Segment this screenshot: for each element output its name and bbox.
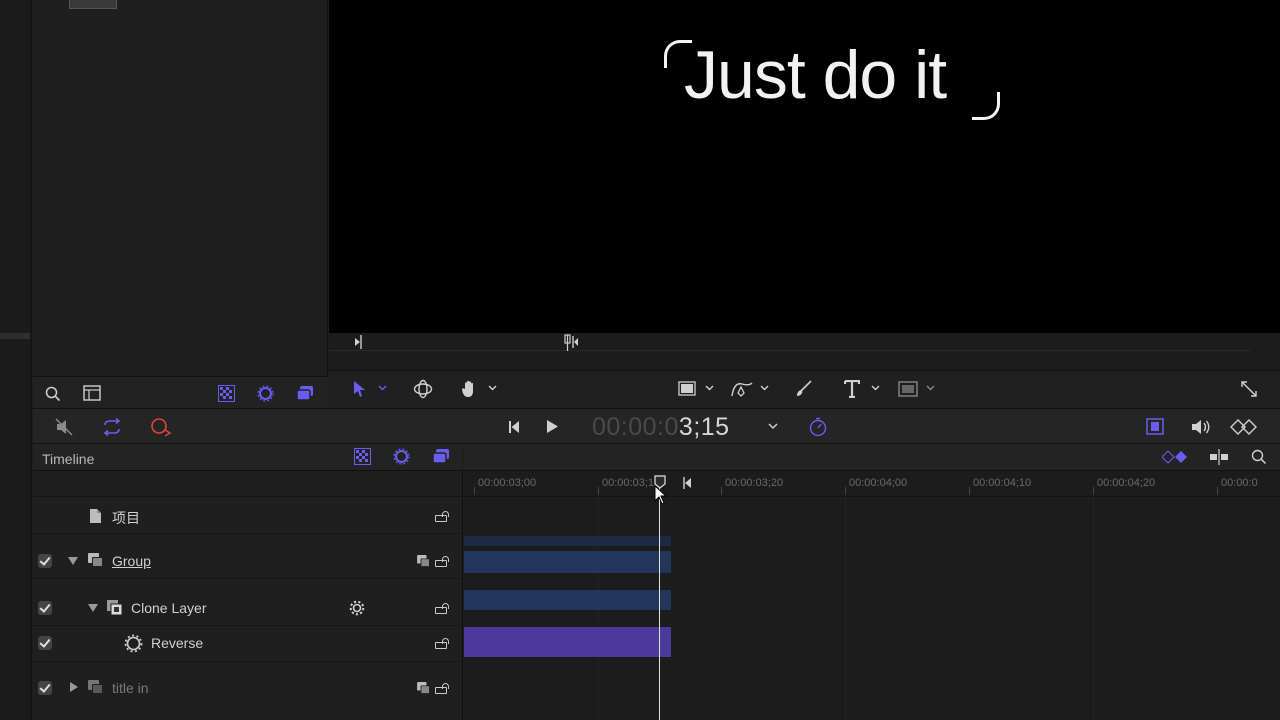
transport-bar: 00:00:03;15 <box>33 408 1280 444</box>
chevron-down-icon[interactable] <box>760 385 769 391</box>
layer-label: 项目 <box>112 510 140 526</box>
playhead-line[interactable] <box>659 481 660 720</box>
keyframe-nav-icon[interactable] <box>1229 419 1261 435</box>
layer-row-group[interactable]: Group <box>33 543 463 579</box>
layer-label: Group <box>112 553 151 569</box>
settings-gear-icon[interactable] <box>349 600 365 616</box>
playhead-marker-icon[interactable] <box>563 334 579 352</box>
layers-checker-icon[interactable] <box>354 448 371 465</box>
timeline-tracks[interactable]: 00:00:03;00 00:00:03;10 00:00:03;20 00:0… <box>464 471 1280 720</box>
layer-label: Reverse <box>151 635 204 651</box>
layers-list: 项目 Group Clone Layer Reverse title in <box>33 471 463 720</box>
ruler-label: 00:00:04;00 <box>849 477 908 489</box>
behaviors-gear-icon[interactable] <box>257 385 274 402</box>
layer-visibility-checkbox[interactable] <box>38 554 52 568</box>
document-icon <box>90 509 101 523</box>
library-thumbnail[interactable] <box>69 0 117 9</box>
timeline-ruler[interactable]: 00:00:03;00 00:00:03;10 00:00:03;20 00:0… <box>464 471 1280 497</box>
layer-row-project[interactable]: 项目 <box>33 498 463 534</box>
group-clip[interactable] <box>464 551 671 573</box>
expand-icon[interactable] <box>1240 380 1258 398</box>
snapping-icon[interactable] <box>1208 449 1230 465</box>
paint-brush-icon[interactable] <box>795 379 813 399</box>
ruler-label: 00:00:03;20 <box>725 477 784 489</box>
isolate-icon[interactable] <box>417 555 430 567</box>
group-clip-top[interactable] <box>464 536 671 546</box>
layer-label: Clone Layer <box>131 600 207 616</box>
disclosure-triangle-icon[interactable] <box>88 604 98 612</box>
clone-layer-icon <box>107 600 123 616</box>
library-panel <box>33 0 328 376</box>
chevron-down-icon[interactable] <box>768 423 778 430</box>
clone-layer-clip[interactable] <box>464 590 671 610</box>
layer-row-clone-layer[interactable]: Clone Layer <box>33 590 463 626</box>
go-to-start-icon[interactable] <box>508 420 520 434</box>
ruler-label: 00:00:04;20 <box>1097 477 1156 489</box>
ruler-label: 00:00:03;00 <box>478 477 537 489</box>
timecode-dim: 00:00:0 <box>592 413 679 441</box>
behavior-gear-icon <box>124 634 143 653</box>
mask-shape-icon[interactable] <box>898 381 918 397</box>
canvas-title-text[interactable]: Just do it <box>684 36 947 114</box>
lock-icon[interactable] <box>435 603 449 614</box>
timeline-ruler-toolbar <box>464 444 1280 471</box>
lock-icon[interactable] <box>435 638 449 649</box>
ruler-label: 00:00:04;10 <box>973 477 1032 489</box>
filters-icon[interactable] <box>432 448 450 465</box>
layer-label: title in <box>112 680 149 696</box>
chevron-down-icon[interactable] <box>705 385 714 391</box>
loop-playback-icon[interactable] <box>101 418 123 436</box>
layer-visibility-checkbox[interactable] <box>38 681 52 695</box>
timecode-bright: 3;15 <box>678 413 730 441</box>
select-arrow-icon[interactable] <box>353 380 367 398</box>
filters-icon[interactable] <box>296 385 314 402</box>
lock-icon[interactable] <box>435 511 449 522</box>
in-point-marker-icon[interactable] <box>354 334 364 350</box>
bezier-pen-icon[interactable] <box>730 379 754 399</box>
timeline-film-icon[interactable] <box>1146 418 1164 435</box>
behaviors-gear-icon[interactable] <box>393 448 410 465</box>
mini-timeline[interactable] <box>329 333 1280 371</box>
lock-icon[interactable] <box>435 683 449 694</box>
canvas-toolbar <box>329 371 1280 408</box>
lock-icon[interactable] <box>435 556 449 567</box>
keyframe-diamond-icon[interactable] <box>1162 450 1192 464</box>
out-point-marker-icon[interactable] <box>682 476 692 490</box>
disclosure-triangle-icon[interactable] <box>68 557 78 565</box>
chevron-down-icon[interactable] <box>378 385 387 391</box>
disclosure-triangle-icon[interactable] <box>70 682 78 692</box>
text-tool-icon[interactable] <box>844 380 860 398</box>
chevron-down-icon[interactable] <box>926 385 935 391</box>
hand-pan-icon[interactable] <box>461 379 479 399</box>
search-icon[interactable] <box>45 386 61 402</box>
layer-visibility-checkbox[interactable] <box>38 636 52 650</box>
mouse-cursor-icon <box>654 485 668 505</box>
layer-visibility-checkbox[interactable] <box>38 601 52 615</box>
timecode-display[interactable]: 00:00:03;15 <box>592 413 730 442</box>
audio-volume-icon[interactable] <box>1191 418 1211 436</box>
timeline-title: Timeline <box>42 451 95 467</box>
reverse-behavior-clip[interactable] <box>464 627 671 657</box>
ruler-label: 00:00:0 <box>1221 477 1258 489</box>
play-icon[interactable] <box>546 419 559 434</box>
layers-checker-icon[interactable] <box>218 385 235 402</box>
group-icon <box>88 553 103 567</box>
ruler-label: 00:00:03;10 <box>602 477 661 489</box>
zoom-icon[interactable] <box>1251 449 1267 465</box>
timer-icon[interactable] <box>808 417 828 437</box>
mute-audio-icon[interactable] <box>55 418 73 436</box>
layout-icon[interactable] <box>83 385 101 401</box>
rectangle-shape-icon[interactable] <box>678 381 696 396</box>
chevron-down-icon[interactable] <box>871 385 880 391</box>
library-toolbar <box>33 376 328 408</box>
left-edge-panel <box>0 0 32 720</box>
timeline-header: Timeline <box>33 444 463 471</box>
orbit-icon[interactable] <box>413 379 433 399</box>
group-icon <box>88 680 103 694</box>
layer-row-title-in[interactable]: title in <box>33 670 463 706</box>
chevron-down-icon[interactable] <box>488 385 497 391</box>
layer-row-reverse[interactable]: Reverse <box>33 626 463 662</box>
record-icon[interactable] <box>150 417 172 437</box>
isolate-icon[interactable] <box>417 682 430 694</box>
